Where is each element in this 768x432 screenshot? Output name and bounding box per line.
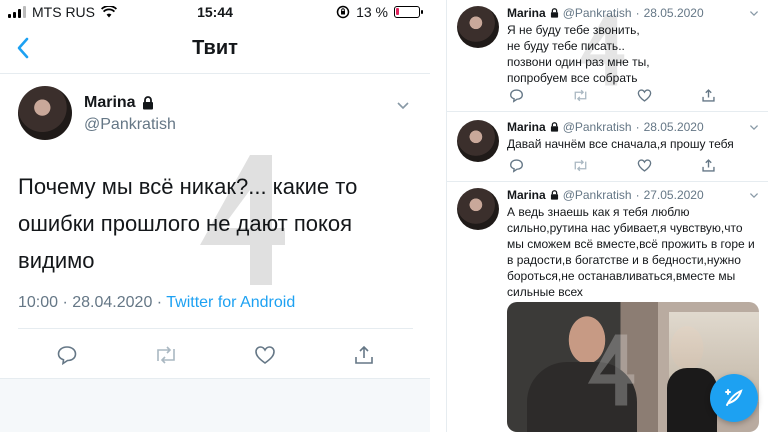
avatar[interactable] (457, 6, 499, 48)
lock-icon (550, 8, 558, 18)
page-title: Твит (192, 37, 238, 59)
battery-area: 13 % (336, 4, 423, 20)
tweet-text: Давай начнём все сначала,я прошу тебя (507, 137, 734, 151)
avatar[interactable] (18, 86, 72, 140)
reply-button[interactable] (507, 86, 525, 104)
reply-button[interactable] (507, 156, 525, 174)
author-name: Marina (84, 94, 136, 111)
battery-icon (394, 6, 423, 18)
chevron-down-icon[interactable] (396, 98, 410, 112)
tweet-header: Marina @Pankratish · 28.05.2020 (507, 120, 704, 134)
photo-person (527, 362, 637, 432)
compose-icon (725, 389, 743, 406)
chevron-down-icon[interactable] (749, 8, 759, 18)
battery-percent: 13 % (356, 4, 388, 20)
retweet-button[interactable] (571, 86, 589, 104)
reply-button[interactable] (52, 340, 82, 370)
retweet-button[interactable] (571, 156, 589, 174)
chevron-down-icon[interactable] (749, 122, 759, 132)
tweet-header: Marina @Pankratish · 27.05.2020 (507, 188, 704, 202)
heart-icon (637, 158, 651, 172)
retweet-icon (574, 159, 586, 171)
author-name: Marina (507, 120, 546, 134)
share-button[interactable] (699, 156, 717, 174)
tweet-date: 10:00 · 28.04.2020 · (18, 294, 167, 311)
timeline-tweet[interactable]: Marina @Pankratish · 28.05.2020 Я не буд… (447, 0, 768, 112)
lock-icon (550, 122, 558, 132)
tweet-header: Marina @Pankratish · 28.05.2020 (507, 6, 704, 20)
chevron-down-icon[interactable] (749, 190, 759, 200)
tweet-detail-screen: MTS RUS 15:44 13 % Твит Marina @Pankrati… (0, 0, 430, 432)
tweet-date: 28.05.2020 (643, 6, 704, 20)
timeline-tweet[interactable]: Marina @Pankratish · 28.05.2020 Давай на… (447, 114, 768, 182)
avatar[interactable] (457, 188, 499, 230)
orientation-lock-icon (336, 5, 350, 19)
battery-level (396, 8, 399, 15)
retweet-icon (574, 89, 586, 101)
bottom-separator (0, 378, 430, 432)
author-name-row[interactable]: Marina (84, 94, 154, 112)
reply-icon (509, 158, 523, 173)
tweet-author: Marina @Pankratish (18, 86, 418, 146)
lock-icon (550, 190, 558, 200)
divider (18, 328, 413, 329)
tweet-timestamp: 10:00 · 28.04.2020 · Twitter for Android (18, 294, 295, 312)
like-button[interactable] (635, 86, 653, 104)
reply-icon (509, 88, 523, 103)
tweet-date: 28.05.2020 (643, 120, 704, 134)
share-button[interactable] (699, 86, 717, 104)
tweet-actions (507, 86, 717, 104)
avatar[interactable] (457, 120, 499, 162)
author-handle: @Pankratish (562, 188, 632, 202)
reply-icon (58, 346, 77, 366)
compose-tweet-button[interactable] (710, 374, 758, 422)
author-name: Marina (507, 188, 546, 202)
heart-icon (637, 88, 651, 102)
share-icon (701, 88, 715, 102)
share-icon (354, 345, 373, 364)
author-handle: @Pankratish (562, 120, 632, 134)
retweet-icon (157, 346, 175, 364)
lock-icon (142, 96, 153, 110)
tweet-date: 27.05.2020 (643, 188, 704, 202)
dot-separator: · (635, 188, 640, 202)
heart-icon (255, 346, 275, 364)
retweet-button[interactable] (151, 340, 181, 370)
like-button[interactable] (635, 156, 653, 174)
tweet-timeline[interactable]: Marina @Pankratish · 28.05.2020 Я не буд… (446, 0, 768, 432)
tweet-text: Я не буду тебе звонить, не буду тебе пис… (507, 23, 650, 85)
status-bar: MTS RUS 15:44 13 % (0, 0, 430, 24)
author-handle: @Pankratish (562, 6, 632, 20)
like-button[interactable] (250, 340, 280, 370)
tweet-actions (18, 340, 413, 370)
tweet-text: Почему мы всё никак?... какие то ошибки … (18, 174, 358, 273)
dot-separator: · (635, 120, 640, 134)
author-handle[interactable]: @Pankratish (84, 116, 176, 134)
tweet-text: А ведь знаешь как я тебя люблю сильно,ру… (507, 205, 755, 299)
nav-bar: Твит (0, 24, 430, 74)
author-name: Marina (507, 6, 546, 20)
tweet-actions (507, 156, 717, 174)
dot-separator: · (635, 6, 640, 20)
tweet-source-link[interactable]: Twitter for Android (166, 294, 295, 311)
share-icon (701, 158, 715, 172)
share-button[interactable] (349, 340, 379, 370)
